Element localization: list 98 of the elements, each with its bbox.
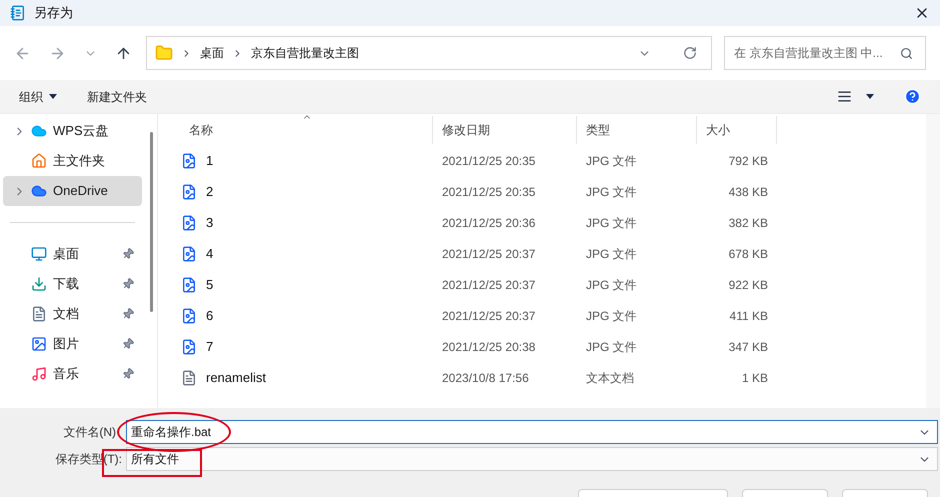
file-name: 4 [206, 244, 214, 263]
sidebar-item[interactable]: WPS云盘 [3, 116, 142, 146]
file-row[interactable]: 5 2021/12/25 20:37 JPG 文件 922 KB [180, 269, 926, 300]
image-file-icon [181, 214, 197, 230]
size-cell-text: 411 KB [728, 308, 769, 324]
sidebar-label: 文档 [53, 305, 80, 324]
image-file-icon [181, 246, 197, 262]
search-icon[interactable] [900, 46, 913, 60]
sidebar-item[interactable]: OneDrive [3, 176, 142, 206]
home-icon [31, 153, 47, 169]
filename-value: 重命名操作.bat [131, 424, 212, 441]
filename-field[interactable]: 重命名操作.bat [126, 420, 938, 444]
view-menu-icon[interactable] [837, 89, 852, 104]
column-header[interactable]: 类型 [577, 116, 697, 144]
filename-label: 文件名(N) [62, 424, 117, 441]
file-row[interactable]: 1 2021/12/25 20:35 JPG 文件 792 KB [180, 145, 926, 176]
cloud-icon [31, 123, 47, 139]
type-cell-text: 文本文档 [585, 370, 635, 386]
sidebar-item[interactable]: 下载 [3, 269, 142, 299]
sidebar-label: 桌面 [53, 245, 80, 264]
type-cell-text: JPG 文件 [585, 214, 638, 232]
modified-date-cell-text: 2023/10/8 17:56 [441, 370, 530, 386]
breadcrumb[interactable]: 京东自营批量改主图 [251, 44, 359, 62]
column-header[interactable]: 名称 [180, 116, 433, 144]
sidebar-label: 音乐 [53, 365, 80, 384]
breadcrumb[interactable]: 桌面 [200, 44, 224, 62]
scrollbar-thumb[interactable] [150, 132, 153, 312]
size-cell-text: 347 KB [728, 338, 769, 356]
text-file-icon [181, 370, 197, 386]
modified-date-cell-text: 2021/12/25 20:36 [441, 214, 536, 232]
file-name: 3 [206, 214, 214, 232]
search-placeholder: 在 京东自营批量改主图 中... [734, 45, 884, 62]
image-file-icon [181, 184, 197, 200]
size-cell-text: 922 KB [728, 276, 769, 294]
modified-date-cell-text: 2021/12/25 20:37 [441, 276, 536, 294]
sidebar-label: 下载 [53, 275, 80, 294]
refresh-icon[interactable] [683, 46, 697, 60]
view-dropdown-icon[interactable] [866, 94, 874, 99]
monitor-icon [31, 246, 47, 262]
sidebar-label: OneDrive [53, 182, 109, 200]
filetype-dropdown[interactable]: 所有文件 [126, 447, 938, 471]
address-bar[interactable]: 桌面 京东自营批量改主图 [146, 36, 712, 70]
type-cell-text: JPG 文件 [585, 152, 638, 170]
help-icon[interactable] [904, 88, 921, 105]
sidebar-label: 图片 [53, 335, 80, 354]
file-name: 6 [206, 306, 214, 325]
size-cell-text: 678 KB [728, 246, 769, 262]
column-header[interactable]: 大小 [697, 116, 777, 144]
modified-date-cell-text: 2021/12/25 20:37 [441, 246, 536, 262]
sidebar-item[interactable]: 主文件夹 [3, 146, 142, 176]
picture-icon [31, 336, 47, 352]
file-row[interactable]: 4 2021/12/25 20:37 JPG 文件 678 KB [180, 238, 926, 269]
type-cell-text: JPG 文件 [585, 246, 638, 262]
music-icon [31, 366, 47, 382]
file-name: 7 [206, 338, 214, 356]
new-folder-button[interactable]: 新建文件夹 [87, 88, 147, 106]
type-cell-text: JPG 文件 [585, 308, 638, 324]
size-cell-text: 382 KB [728, 214, 769, 232]
size-cell-text: 438 KB [728, 184, 769, 200]
image-file-icon [181, 338, 197, 354]
filetype-value: 所有文件 [131, 451, 180, 468]
sidebar-label: WPS云盘 [53, 122, 110, 140]
file-name: 5 [206, 276, 214, 294]
sidebar-item[interactable]: 音乐 [3, 359, 142, 389]
type-cell-text: JPG 文件 [585, 276, 638, 294]
window-title: 另存为 [34, 4, 73, 22]
modified-date-cell-text: 2021/12/25 20:35 [441, 152, 536, 170]
image-file-icon [181, 276, 197, 292]
sidebar-item[interactable]: 文档 [3, 299, 142, 329]
type-cell-text: JPG 文件 [585, 338, 638, 356]
filetype-label: 保存类型(T): [54, 451, 123, 468]
image-file-icon [181, 152, 197, 168]
organize-menu[interactable]: 组织 [19, 88, 57, 106]
image-file-icon [181, 308, 197, 324]
modified-date-cell-text: 2021/12/25 20:38 [441, 338, 536, 356]
size-cell-text: 1 KB [740, 370, 769, 386]
download-icon [31, 276, 47, 292]
modified-date-cell-text: 2021/12/25 20:37 [441, 308, 536, 324]
column-header[interactable]: 修改日期 [433, 116, 577, 144]
type-cell-text: JPG 文件 [585, 184, 638, 200]
sidebar-item[interactable]: 桌面 [3, 239, 142, 269]
file-row[interactable]: 6 2021/12/25 20:37 JPG 文件 411 KB [180, 300, 926, 331]
file-row[interactable]: 7 2021/12/25 20:38 JPG 文件 347 KB [180, 331, 926, 362]
search-field[interactable]: 在 京东自营批量改主图 中... [724, 36, 926, 70]
sidebar-label: 主文件夹 [53, 152, 106, 170]
folder-icon [155, 44, 173, 62]
notepad-icon [10, 5, 26, 21]
file-row[interactable]: 2 2021/12/25 20:35 JPG 文件 438 KB [180, 176, 926, 207]
modified-date-cell-text: 2021/12/25 20:35 [441, 184, 536, 200]
file-name: 2 [206, 182, 214, 201]
file-row[interactable]: renamelist 2023/10/8 17:56 文本文档 1 KB [180, 362, 926, 393]
document-icon [31, 306, 47, 322]
file-name: 1 [206, 152, 214, 170]
size-cell-text: 792 KB [728, 152, 769, 170]
file-row[interactable]: 3 2021/12/25 20:36 JPG 文件 382 KB [180, 207, 926, 238]
cloud-icon [31, 183, 47, 199]
file-name: renamelist [206, 368, 266, 387]
sidebar-item[interactable]: 图片 [3, 329, 142, 359]
